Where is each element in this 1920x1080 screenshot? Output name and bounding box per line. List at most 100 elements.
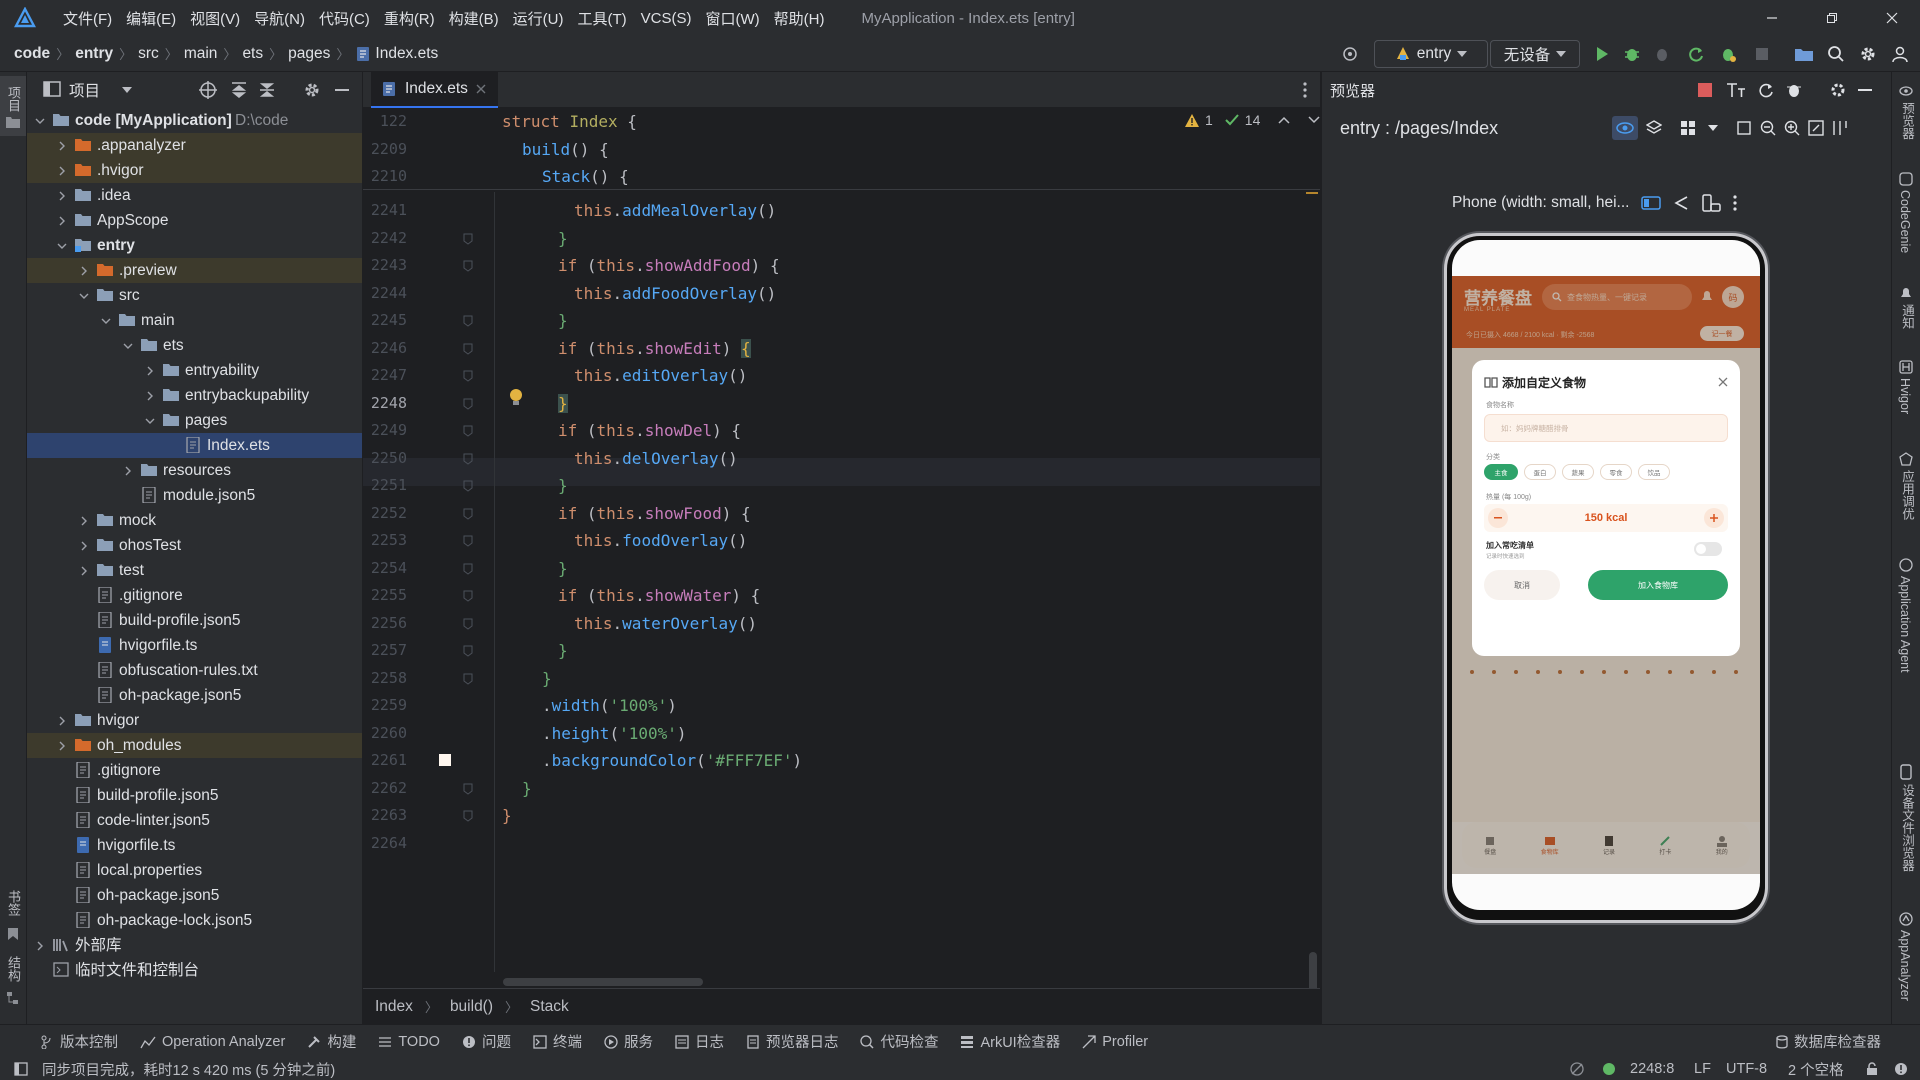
lightbulb-icon[interactable]	[509, 388, 523, 406]
category-chip-drink[interactable]: 饮品	[1638, 464, 1670, 480]
chevron-right-icon[interactable]	[57, 216, 67, 226]
tree-item[interactable]: .hvigor	[27, 158, 362, 183]
tree-item[interactable]: build-profile.json5	[27, 608, 362, 633]
appanalyzer-tool-tab[interactable]: AppAnalyzer	[1898, 930, 1912, 1001]
fold-marker-icon[interactable]	[463, 783, 473, 795]
breadcrumb-src[interactable]: src	[138, 45, 159, 63]
rotate-left-icon[interactable]	[1673, 195, 1689, 211]
fold-marker-icon[interactable]	[463, 260, 473, 272]
code-line[interactable]: this.waterOverlay()	[574, 610, 757, 638]
device-info-label[interactable]: Phone (width: small, hei...	[1452, 194, 1629, 212]
code-line[interactable]: }	[558, 225, 568, 253]
code-line[interactable]: .backgroundColor('#FFF7EF')	[542, 747, 802, 775]
minimize-button[interactable]	[1744, 0, 1800, 36]
chevron-right-icon[interactable]	[79, 566, 89, 576]
tree-item[interactable]: 临时文件和控制台	[27, 958, 362, 983]
menu-build[interactable]: 构建(B)	[442, 8, 506, 29]
chevron-right-icon[interactable]	[145, 391, 155, 401]
fold-marker-icon[interactable]	[463, 508, 473, 520]
tree-item[interactable]: code [MyApplication] D:\code	[27, 108, 362, 133]
tuning-tool-tab[interactable]: 应用调优	[1898, 470, 1917, 520]
chevron-down-icon[interactable]	[122, 87, 133, 93]
grid-icon[interactable]	[1680, 120, 1696, 136]
code-crumb-build[interactable]: build()	[450, 998, 493, 1016]
tree-item[interactable]: src	[27, 283, 362, 308]
close-window-button[interactable]	[1864, 0, 1920, 36]
collapse-all-icon[interactable]	[259, 81, 275, 99]
code-line[interactable]: Stack() {	[542, 163, 629, 191]
status-message[interactable]: 同步项目完成，耗时12 s 420 ms (5 分钟之前)	[42, 1059, 335, 1080]
fold-marker-icon[interactable]	[463, 480, 473, 492]
code-line[interactable]: this.editOverlay()	[574, 362, 747, 390]
tool-version-control[interactable]: 版本控制	[40, 1031, 118, 1052]
code-line[interactable]: struct Index {	[502, 108, 637, 136]
fold-marker-icon[interactable]	[463, 398, 473, 410]
font-size-icon[interactable]	[1726, 82, 1746, 98]
apply-changes-button[interactable]	[1684, 40, 1708, 68]
category-chip-staple[interactable]: 主食	[1484, 464, 1518, 480]
tree-item[interactable]: mock	[27, 508, 362, 533]
chevron-down-icon[interactable]	[57, 241, 67, 251]
menu-run[interactable]: 运行(U)	[506, 8, 571, 29]
chevron-right-icon[interactable]	[57, 141, 67, 151]
fold-marker-icon[interactable]	[463, 618, 473, 630]
tree-item[interactable]: hvigor	[27, 708, 362, 733]
food-name-input[interactable]: 如：妈妈牌糖醋排骨	[1484, 414, 1728, 442]
breadcrumb-code[interactable]: code	[14, 45, 50, 63]
phone-screen[interactable]: 营养餐盘 MEAL PLATE 查食物热量、一键记录 码 今日已摄入 4668 …	[1452, 240, 1760, 910]
application-agent-tool-tab[interactable]: Application Agent	[1898, 576, 1912, 673]
chevron-right-icon[interactable]	[79, 541, 89, 551]
horizontal-scrollbar[interactable]	[503, 978, 703, 986]
chevron-right-icon[interactable]	[79, 266, 89, 276]
code-line[interactable]: }	[558, 472, 568, 500]
fold-marker-icon[interactable]	[463, 425, 473, 437]
gear-icon[interactable]	[303, 81, 321, 99]
tree-item[interactable]: oh-package.json5	[27, 683, 362, 708]
maximize-button[interactable]	[1804, 0, 1860, 36]
menu-tools[interactable]: 工具(T)	[570, 8, 633, 29]
category-chip-snack[interactable]: 零食	[1600, 464, 1632, 480]
settings-button[interactable]	[1856, 40, 1880, 68]
fold-marker-icon[interactable]	[463, 673, 473, 685]
tree-item[interactable]: hvigorfile.ts	[27, 833, 362, 858]
tree-item[interactable]: Index.ets	[27, 433, 362, 458]
toggle-inspector-button[interactable]	[1612, 116, 1638, 140]
tree-item[interactable]: entrybackupability	[27, 383, 362, 408]
debug-button[interactable]	[1620, 40, 1644, 68]
tree-item[interactable]: main	[27, 308, 362, 333]
code-line[interactable]: if (this.showWater) {	[558, 582, 760, 610]
code-line[interactable]: }	[542, 665, 552, 693]
tool-profiler[interactable]: Profiler	[1082, 1034, 1148, 1050]
profile-button[interactable]	[1716, 40, 1740, 68]
code-line[interactable]: this.delOverlay()	[574, 445, 738, 473]
chevron-up-icon[interactable]	[1278, 116, 1290, 124]
refresh-icon[interactable]	[1758, 82, 1774, 98]
zoom-in-icon[interactable]	[1784, 120, 1800, 136]
gear-icon[interactable]	[1830, 82, 1846, 98]
fold-marker-icon[interactable]	[463, 370, 473, 382]
locate-button[interactable]	[1338, 40, 1362, 68]
layers-icon[interactable]	[1646, 120, 1662, 136]
close-icon[interactable]	[1718, 377, 1728, 387]
chevron-down-icon[interactable]	[1708, 125, 1718, 131]
tree-item[interactable]: local.properties	[27, 858, 362, 883]
breadcrumb-main[interactable]: main	[184, 45, 218, 63]
tree-item[interactable]: ets	[27, 333, 362, 358]
fit-screen-icon[interactable]	[1736, 120, 1752, 136]
tree-item[interactable]: 外部库	[27, 933, 362, 958]
notifications-tool-tab[interactable]: 通知	[1898, 304, 1917, 329]
favorite-toggle[interactable]	[1694, 542, 1722, 556]
code-line[interactable]: if (this.showDel) {	[558, 417, 741, 445]
code-line[interactable]: build() {	[522, 136, 609, 164]
fold-marker-icon[interactable]	[463, 453, 473, 465]
tree-item[interactable]: obfuscation-rules.txt	[27, 658, 362, 683]
tree-item[interactable]: oh_modules	[27, 733, 362, 758]
code-line[interactable]: }	[558, 637, 568, 665]
menu-help[interactable]: 帮助(H)	[767, 8, 832, 29]
menu-code[interactable]: 代码(C)	[312, 8, 377, 29]
cancel-button[interactable]: 取消	[1484, 570, 1560, 600]
tool-todo[interactable]: TODO	[378, 1034, 440, 1050]
breadcrumb-pages[interactable]: pages	[288, 45, 330, 63]
hide-panel-icon[interactable]	[1858, 89, 1872, 92]
fold-marker-icon[interactable]	[463, 810, 473, 822]
